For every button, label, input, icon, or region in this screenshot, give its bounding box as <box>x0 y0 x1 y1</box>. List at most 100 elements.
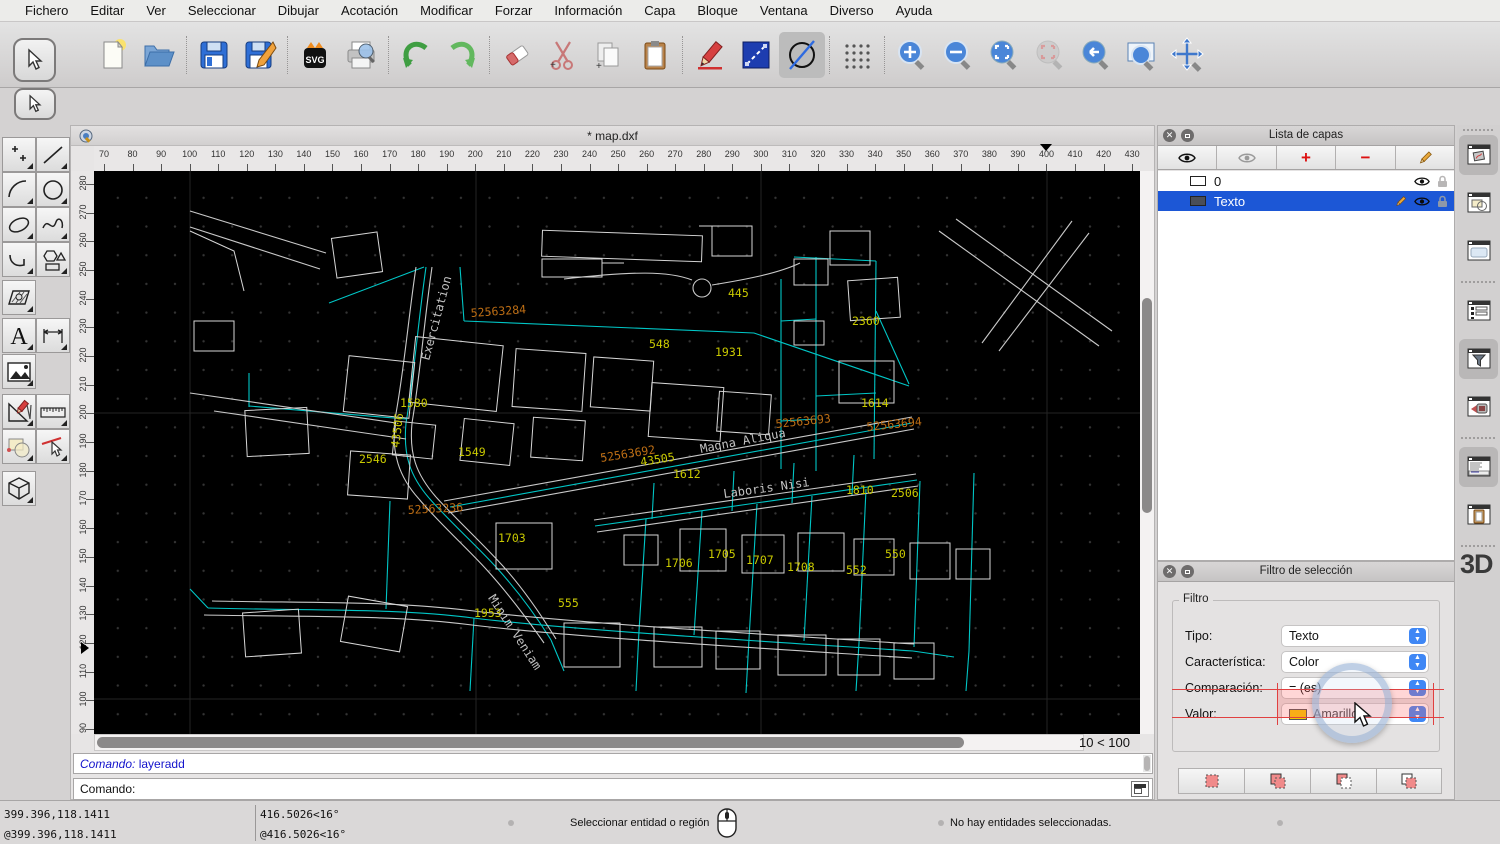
zoom-out-button[interactable] <box>935 32 981 78</box>
layer-row-0[interactable]: 0 <box>1158 171 1454 191</box>
layer-list-toggle[interactable] <box>1459 135 1498 175</box>
projection-toggle[interactable] <box>1459 387 1498 427</box>
menu-item-acotación[interactable]: Acotación <box>330 0 409 22</box>
ruler-tick <box>504 164 505 171</box>
layer-lock-icon[interactable] <box>1437 175 1448 188</box>
zoom-selection-button[interactable] <box>1027 32 1073 78</box>
menu-item-información[interactable]: Información <box>543 0 633 22</box>
vertical-scrollbar[interactable] <box>1140 171 1154 734</box>
command-history-scrollbar[interactable] <box>1143 755 1151 772</box>
menu-item-fichero[interactable]: Fichero <box>14 0 79 22</box>
edit-layer-button[interactable] <box>1396 146 1454 169</box>
point-tool-button[interactable] <box>2 137 36 172</box>
clipboard-panel-toggle[interactable] <box>1459 495 1498 535</box>
add-to-selection-button[interactable] <box>1244 768 1310 794</box>
horizontal-scrollbar[interactable] <box>94 734 1084 751</box>
zoom-window-button[interactable] <box>1119 32 1165 78</box>
library-browser-toggle[interactable] <box>1459 231 1498 271</box>
open-file-button[interactable] <box>136 32 182 78</box>
tool-palette: A <box>0 88 70 800</box>
hatch-tool-button[interactable] <box>2 280 36 315</box>
paste-button[interactable] <box>632 32 678 78</box>
redo-button[interactable] <box>439 32 485 78</box>
zoom-in-button[interactable] <box>889 32 935 78</box>
vertical-scrollbar-thumb[interactable] <box>1142 298 1152 513</box>
menu-item-ayuda[interactable]: Ayuda <box>885 0 944 22</box>
hide-all-layers-button[interactable] <box>1217 146 1276 169</box>
menu-item-bloque[interactable]: Bloque <box>686 0 748 22</box>
remove-from-selection-button[interactable] <box>1310 768 1376 794</box>
zoom-previous-button[interactable] <box>1073 32 1119 78</box>
zoom-auto-button[interactable] <box>981 32 1027 78</box>
measure-tool-button[interactable] <box>36 394 70 429</box>
drawing-canvas[interactable]: 4452360548193152563284158016145256369352… <box>94 171 1140 734</box>
selection-pointer-button[interactable] <box>13 38 56 82</box>
print-preview-button[interactable] <box>338 32 384 78</box>
selection-tool-button[interactable] <box>14 88 56 120</box>
delete-eraser-button[interactable] <box>494 32 540 78</box>
command-options-icon[interactable] <box>1131 781 1149 797</box>
block-edit-tool-button[interactable] <box>2 429 36 464</box>
layer-visible-icon[interactable] <box>1414 196 1430 207</box>
entity-pick-tool-button[interactable] <box>36 429 70 464</box>
grid-toggle-button[interactable] <box>834 32 880 78</box>
modify-tool-button[interactable] <box>2 394 36 429</box>
menu-item-ver[interactable]: Ver <box>135 0 177 22</box>
selection-list-toggle[interactable] <box>1459 291 1498 331</box>
line-tool-button[interactable] <box>36 137 70 172</box>
menu-item-diverso[interactable]: Diverso <box>819 0 885 22</box>
svg-text:SVG: SVG <box>305 55 324 65</box>
dimension-tool-button[interactable] <box>36 318 70 353</box>
new-document-button[interactable] <box>90 32 136 78</box>
menu-item-editar[interactable]: Editar <box>79 0 135 22</box>
command-line-toggle[interactable] <box>1459 447 1498 487</box>
tipo-dropdown[interactable]: Texto▲▼ <box>1281 625 1429 647</box>
arc-tool-button[interactable] <box>2 172 36 207</box>
shape-tool-button[interactable] <box>36 242 70 277</box>
show-all-layers-button[interactable] <box>1158 146 1217 169</box>
cut-button[interactable]: + <box>540 32 586 78</box>
copy-button[interactable]: + <box>586 32 632 78</box>
ruler-cursor-marker-h <box>1040 144 1052 151</box>
menu-item-ventana[interactable]: Ventana <box>749 0 819 22</box>
command-input[interactable] <box>139 780 1131 798</box>
horizontal-scrollbar-thumb[interactable] <box>97 737 964 748</box>
circle-tool-button[interactable] <box>36 172 70 207</box>
remove-layer-button[interactable]: − <box>1336 146 1395 169</box>
image-tool-button[interactable] <box>2 354 36 389</box>
text-tool-button[interactable]: A <box>2 318 36 353</box>
add-layer-button[interactable]: + <box>1277 146 1336 169</box>
pan-button[interactable] <box>1165 32 1211 78</box>
save-as-button[interactable] <box>237 32 283 78</box>
layer-color-swatch[interactable] <box>1190 196 1206 206</box>
selection-filter-toggle[interactable] <box>1459 339 1498 379</box>
select-matching-button[interactable] <box>1178 768 1244 794</box>
menu-bar: FicheroEditarVerSeleccionarDibujarAcotac… <box>0 0 1500 22</box>
spline-tool-button[interactable] <box>36 207 70 242</box>
menu-item-capa[interactable]: Capa <box>633 0 686 22</box>
undo-button[interactable] <box>393 32 439 78</box>
menu-item-seleccionar[interactable]: Seleccionar <box>177 0 267 22</box>
layer-visible-icon[interactable] <box>1414 176 1430 187</box>
document-titlebar[interactable]: * map.dxf <box>71 126 1154 146</box>
menu-item-dibujar[interactable]: Dibujar <box>267 0 330 22</box>
layer-color-swatch[interactable] <box>1190 176 1206 186</box>
save-button[interactable] <box>191 32 237 78</box>
layer-row-texto[interactable]: Texto <box>1158 191 1454 211</box>
block-list-toggle[interactable] <box>1459 183 1498 223</box>
attributes-pencil-button[interactable] <box>687 32 733 78</box>
layer-lock-icon[interactable] <box>1437 195 1448 208</box>
ellipse-tool-button[interactable] <box>2 207 36 242</box>
polyline-tool-button[interactable] <box>2 242 36 277</box>
draft-mode-button[interactable] <box>779 32 825 78</box>
menu-item-modificar[interactable]: Modificar <box>409 0 484 22</box>
intersect-selection-button[interactable] <box>1376 768 1442 794</box>
layer-edit-icon[interactable] <box>1394 195 1407 208</box>
ortho-mode-button[interactable] <box>733 32 779 78</box>
status-dot <box>1277 820 1283 826</box>
layer-panel-header: ✕ Lista de capas <box>1158 126 1454 146</box>
svg-export-button[interactable]: SVG <box>292 32 338 78</box>
menu-item-forzar[interactable]: Forzar <box>484 0 544 22</box>
ruler-tick <box>304 164 305 171</box>
solid-3d-tool-button[interactable] <box>2 471 36 506</box>
